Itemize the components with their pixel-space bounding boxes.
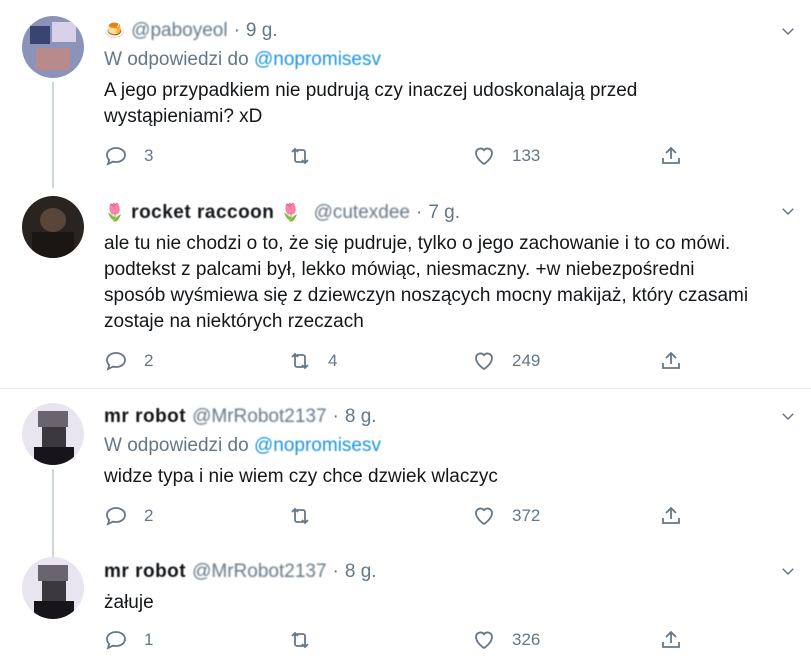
user-handle[interactable]: @cutexdee <box>314 202 410 224</box>
reply-icon <box>106 507 126 526</box>
like-count: 133 <box>512 146 541 165</box>
reply-button[interactable]: 2 <box>104 347 153 375</box>
user-handle[interactable]: @paboyeol <box>131 20 227 42</box>
retweet-button[interactable] <box>288 142 328 170</box>
like-button[interactable]: 326 <box>472 626 540 654</box>
chevron-down-icon[interactable] <box>779 562 797 580</box>
share-button[interactable] <box>659 626 683 654</box>
thread-line <box>52 82 54 188</box>
like-button[interactable]: 133 <box>472 142 540 170</box>
retweet-icon <box>291 147 309 165</box>
like-button[interactable]: 372 <box>472 502 540 530</box>
timestamp[interactable]: 8 g. <box>345 561 377 583</box>
tweet-3[interactable]: mr robot @MrRobot2137 · 8 g. W odpowiedz… <box>0 389 811 559</box>
tweet-actions: 1 326 <box>104 626 690 654</box>
like-count: 326 <box>512 630 541 649</box>
reply-count: 2 <box>144 351 154 370</box>
emoji: 🌷 <box>280 203 302 222</box>
tweet-4[interactable]: mr robot @MrRobot2137 · 8 g. żałuje 1 32… <box>0 544 811 661</box>
tweet-text: ale tu nie chodzi o to, że się pudruje, … <box>104 233 749 332</box>
heart-icon <box>475 631 493 650</box>
retweet-button[interactable]: 4 <box>288 347 337 375</box>
reply-button[interactable]: 2 <box>104 502 153 530</box>
reply-button[interactable]: 3 <box>104 142 153 170</box>
tweet-header: 🌷 rocket raccoon 🌷 @cutexdee · 7 g. <box>104 202 461 224</box>
tweet-1[interactable]: 🍮 @paboyeol · 9 g. W odpowiedzi do @nopr… <box>0 0 811 200</box>
reply-count: 3 <box>144 146 154 165</box>
tweet-header: mr robot @MrRobot2137 · 8 g. <box>104 406 377 428</box>
reply-button[interactable]: 1 <box>104 626 153 654</box>
share-button[interactable] <box>659 502 683 530</box>
tweet-text: A jego przypadkiem nie pudrują czy inacz… <box>104 80 638 127</box>
tweet-text: żałuje <box>104 592 154 613</box>
retweet-count: 4 <box>328 351 338 370</box>
tweet-header: 🍮 @paboyeol · 9 g. <box>104 20 278 42</box>
heart-icon <box>475 352 493 371</box>
reply-context: W odpowiedzi do @nopromisesv <box>104 49 381 70</box>
user-handle[interactable]: @MrRobot2137 <box>192 406 326 428</box>
retweet-button[interactable] <box>288 502 328 530</box>
timestamp[interactable]: 7 g. <box>428 202 460 224</box>
chevron-down-icon[interactable] <box>779 22 797 40</box>
avatar[interactable] <box>22 196 84 258</box>
chevron-down-icon[interactable] <box>779 407 797 425</box>
avatar[interactable] <box>22 16 84 78</box>
retweet-icon <box>291 507 309 525</box>
share-icon <box>662 506 680 524</box>
user-name[interactable]: rocket raccoon <box>131 202 274 224</box>
share-icon <box>662 146 680 164</box>
tweet-actions: 2 372 <box>104 502 690 530</box>
mention-link[interactable]: @nopromisesv <box>254 435 381 456</box>
tweet-actions: 3 133 <box>104 142 690 170</box>
tweet-actions: 2 4 249 <box>104 347 690 375</box>
reply-count: 1 <box>144 630 154 649</box>
reply-icon <box>106 631 126 650</box>
tweet-2[interactable]: 🌷 rocket raccoon 🌷 @cutexdee · 7 g. ale … <box>0 190 811 388</box>
chevron-down-icon[interactable] <box>779 202 797 220</box>
mention-link[interactable]: @nopromisesv <box>254 49 381 70</box>
avatar[interactable] <box>22 557 84 619</box>
retweet-button[interactable] <box>288 626 328 654</box>
reply-context: W odpowiedzi do @nopromisesv <box>104 435 381 456</box>
heart-icon <box>475 507 493 526</box>
user-name[interactable]: mr robot <box>104 406 186 428</box>
like-button[interactable]: 249 <box>472 347 540 375</box>
retweet-icon <box>291 631 309 649</box>
share-icon <box>662 351 680 369</box>
share-icon <box>662 630 680 648</box>
tweet-header: mr robot @MrRobot2137 · 8 g. <box>104 561 377 583</box>
reply-count: 2 <box>144 506 154 525</box>
retweet-icon <box>291 352 309 370</box>
emoji: 🍮 <box>104 21 126 40</box>
reply-icon <box>106 147 126 166</box>
reply-icon <box>106 352 126 371</box>
share-button[interactable] <box>659 142 683 170</box>
tweet-text: widze typa i nie wiem czy chce dzwiek wl… <box>104 466 498 487</box>
share-button[interactable] <box>659 347 683 375</box>
emoji: 🌷 <box>104 203 126 222</box>
like-count: 372 <box>512 506 541 525</box>
timestamp[interactable]: 9 g. <box>246 20 278 42</box>
heart-icon <box>475 147 493 166</box>
user-handle[interactable]: @MrRobot2137 <box>192 561 326 583</box>
user-name[interactable]: mr robot <box>104 561 186 583</box>
like-count: 249 <box>512 351 541 370</box>
timestamp[interactable]: 8 g. <box>345 406 377 428</box>
avatar[interactable] <box>22 403 84 465</box>
